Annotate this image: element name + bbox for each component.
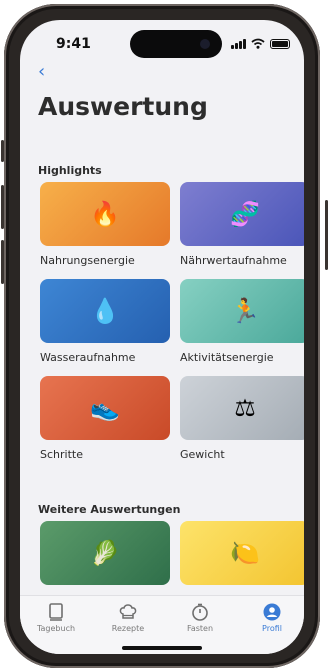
highlight-card[interactable]: ⚖ <box>180 376 304 440</box>
sneaker-icon: 👟 <box>90 394 120 422</box>
dna-icon: 🧬 <box>230 200 260 228</box>
home-indicator <box>122 646 202 650</box>
status-bar: 9:41 <box>20 20 304 66</box>
lemon-icon: 🍋 <box>230 539 260 567</box>
battery-icon <box>270 38 290 49</box>
highlight-card-label[interactable]: Wasseraufnahme <box>40 351 135 364</box>
chevron-left-icon: ‹ <box>38 61 46 82</box>
more-card[interactable]: 🍋 <box>180 521 304 585</box>
more-card[interactable]: 🥬 <box>40 521 170 585</box>
tab-profil[interactable]: Profil <box>242 602 302 633</box>
volume-down-button <box>1 240 4 284</box>
highlight-card[interactable]: 🔥 <box>40 182 170 246</box>
screen: 9:41 ‹ Auswertung Highlights 🔥 Nahrungsen… <box>20 20 304 654</box>
mute-switch <box>1 140 4 162</box>
person-icon <box>263 603 281 621</box>
more-heading: Weitere Auswertungen <box>38 503 181 516</box>
highlight-card-label[interactable]: Gewicht <box>180 448 225 461</box>
highlight-card[interactable]: 🏃 <box>180 279 304 343</box>
highlights-heading: Highlights <box>38 164 102 177</box>
tab-fasten[interactable]: Fasten <box>170 602 230 633</box>
wifi-icon <box>251 38 265 49</box>
droplet-icon: 💧 <box>90 297 120 325</box>
tab-label: Tagebuch <box>36 624 76 633</box>
tab-label: Rezepte <box>111 624 145 633</box>
runner-icon: 🏃 <box>230 297 260 325</box>
scale-icon: ⚖ <box>234 394 256 422</box>
back-button[interactable]: ‹ <box>38 62 45 82</box>
stopwatch-icon <box>192 603 208 621</box>
tab-rezepte[interactable]: Rezepte <box>98 602 158 633</box>
status-icons <box>231 38 290 49</box>
highlight-card[interactable]: 💧 <box>40 279 170 343</box>
status-time: 9:41 <box>56 36 91 52</box>
volume-up-button <box>1 185 4 229</box>
power-button <box>325 200 328 270</box>
chef-hat-icon <box>119 604 137 619</box>
tab-label: Profil <box>262 624 282 633</box>
highlight-card-label[interactable]: Nahrungsenergie <box>40 254 135 267</box>
tab-tagebuch[interactable]: Tagebuch <box>26 602 86 633</box>
page-title: Auswertung <box>38 92 208 121</box>
highlight-card-label[interactable]: Schritte <box>40 448 83 461</box>
book-icon <box>49 603 63 621</box>
camera-dot <box>200 39 210 49</box>
leafy-greens-icon: 🥬 <box>90 539 120 567</box>
tab-label: Fasten <box>186 624 214 633</box>
flame-icon: 🔥 <box>90 200 120 228</box>
highlight-card-label[interactable]: Nährwertaufnahme <box>180 254 287 267</box>
signal-icon <box>231 38 246 49</box>
highlight-card-label[interactable]: Aktivitätsenergie <box>180 351 274 364</box>
tab-bar: Tagebuch Rezepte Fasten Profil <box>20 595 304 654</box>
highlight-card[interactable]: 👟 <box>40 376 170 440</box>
highlight-card[interactable]: 🧬 <box>180 182 304 246</box>
dynamic-island <box>130 30 222 58</box>
